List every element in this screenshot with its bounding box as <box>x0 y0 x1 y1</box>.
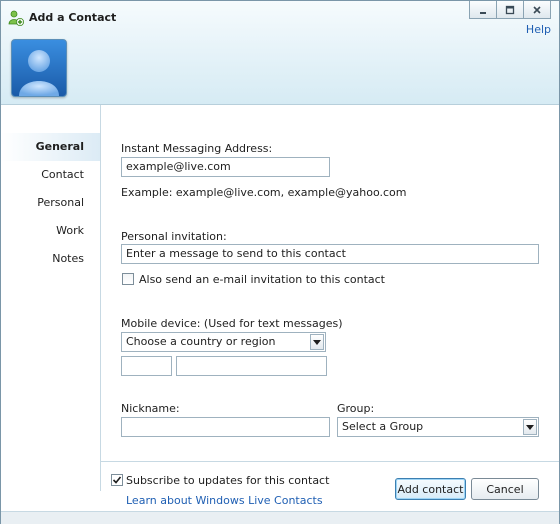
sidebar-item-general[interactable]: General <box>1 133 100 161</box>
window-bottom-border <box>1 511 559 524</box>
group-select-value: Select a Group <box>342 420 424 433</box>
email-invite-label: Also send an e-mail invitation to this c… <box>139 273 385 286</box>
close-button[interactable] <box>523 1 551 19</box>
restore-icon <box>505 5 515 14</box>
personal-invitation-label: Personal invitation: <box>121 230 227 243</box>
general-form: Instant Messaging Address: example@live.… <box>101 105 559 461</box>
nickname-input[interactable] <box>121 417 330 437</box>
sidebar-item-personal[interactable]: Personal <box>1 189 100 217</box>
window-header: Add a Contact Help <box>1 1 559 105</box>
sidebar-item-work[interactable]: Work <box>1 217 100 245</box>
restore-button[interactable] <box>496 1 524 19</box>
chevron-down-icon <box>523 419 537 435</box>
avatar <box>11 39 67 97</box>
im-address-label: Instant Messaging Address: <box>121 142 273 155</box>
group-select[interactable]: Select a Group <box>337 417 539 437</box>
sidebar: General Contact Personal Work Notes <box>1 105 101 491</box>
nickname-label: Nickname: <box>121 402 180 415</box>
mobile-number-input[interactable] <box>176 356 327 376</box>
country-select-value: Choose a country or region <box>126 335 276 348</box>
chevron-down-icon <box>310 334 324 350</box>
email-invite-checkbox[interactable] <box>122 273 134 285</box>
minimize-button[interactable] <box>469 1 497 19</box>
sidebar-nav: General Contact Personal Work Notes <box>1 133 100 273</box>
im-address-example: Example: example@live.com, example@yahoo… <box>121 186 407 199</box>
window-controls <box>469 1 551 19</box>
group-label: Group: <box>337 402 375 415</box>
sidebar-item-contact[interactable]: Contact <box>1 161 100 189</box>
checkmark-icon <box>112 476 122 484</box>
cancel-button[interactable]: Cancel <box>471 478 539 500</box>
dialog-footer: Subscribe to updates for this contact Le… <box>101 461 559 512</box>
minimize-icon <box>480 11 486 14</box>
window-title: Add a Contact <box>29 11 117 24</box>
subscribe-checkbox[interactable] <box>111 474 123 486</box>
subscribe-label: Subscribe to updates for this contact <box>126 474 330 487</box>
default-user-avatar-icon <box>19 50 59 96</box>
sidebar-item-notes[interactable]: Notes <box>1 245 100 273</box>
country-code-input[interactable] <box>121 356 172 376</box>
add-contact-button[interactable]: Add contact <box>395 478 466 500</box>
messenger-add-contact-icon <box>8 10 24 26</box>
learn-contacts-link[interactable]: Learn about Windows Live Contacts <box>126 494 323 507</box>
im-address-input[interactable]: example@live.com <box>121 157 330 177</box>
mobile-device-label: Mobile device: (Used for text messages) <box>121 317 343 330</box>
close-icon <box>533 5 541 14</box>
personal-invitation-input[interactable]: Enter a message to send to this contact <box>121 244 539 264</box>
add-contact-window: Add a Contact Help General Contact Perso… <box>0 0 560 524</box>
country-select[interactable]: Choose a country or region <box>121 332 326 352</box>
help-link[interactable]: Help <box>526 23 551 36</box>
